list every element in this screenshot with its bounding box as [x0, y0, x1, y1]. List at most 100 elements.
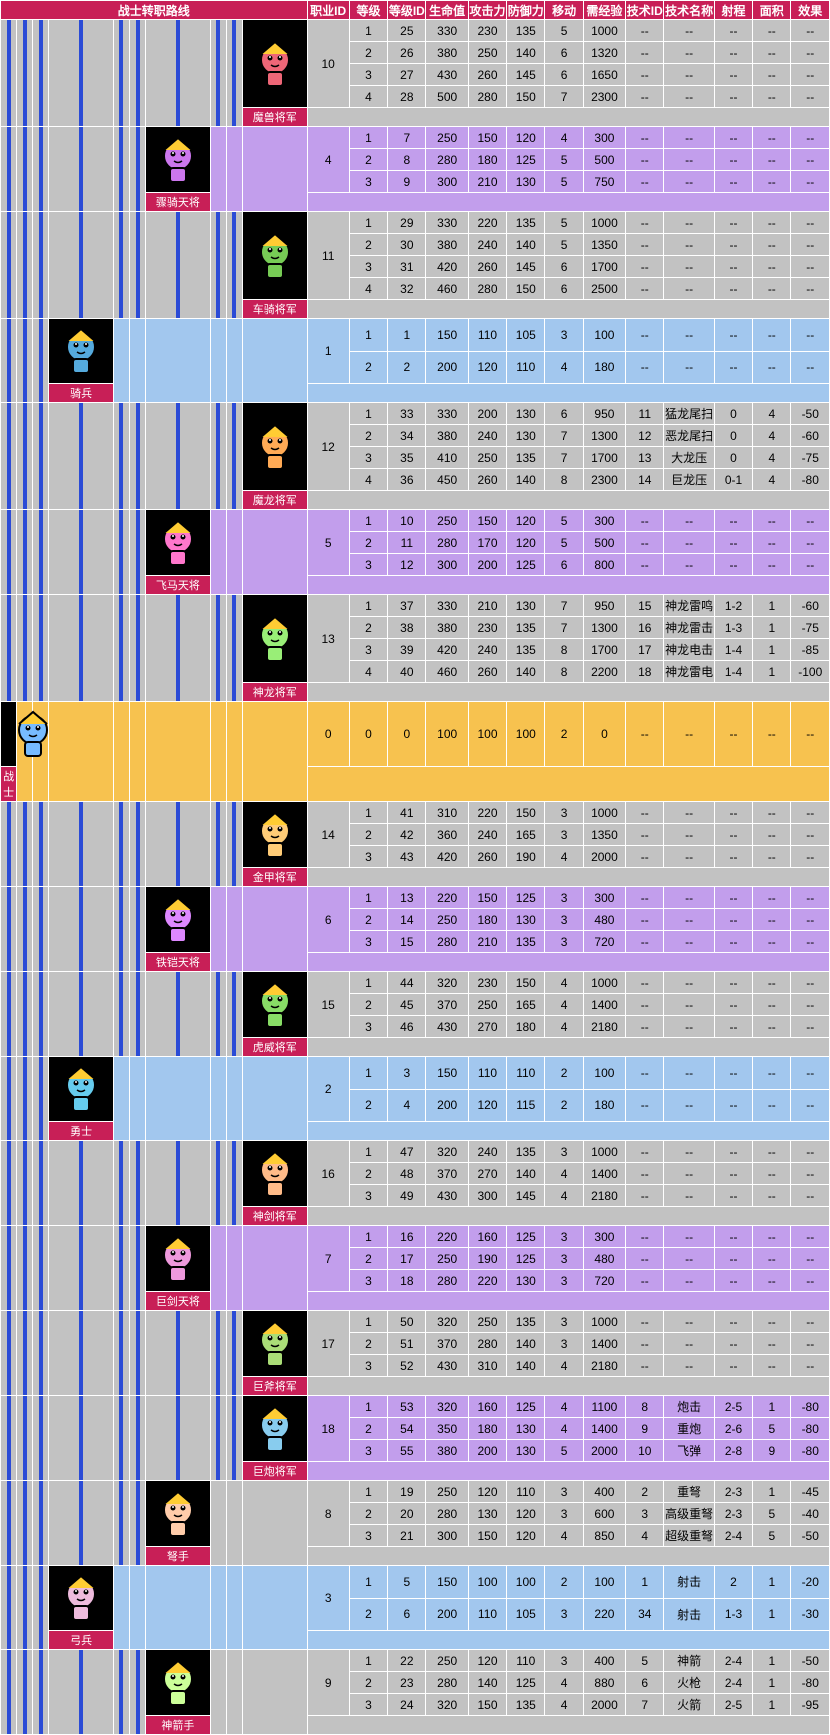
stat-cell: 145 [507, 64, 545, 86]
stat-cell: -- [664, 86, 714, 108]
stat-cell: 6 [545, 64, 583, 86]
stat-cell: 150 [468, 1525, 506, 1547]
tree-spacer [130, 1650, 146, 1735]
unit-icon [242, 972, 307, 1038]
unit-icon [242, 1396, 307, 1462]
table-row: 1012533023013551000---------- [1, 20, 830, 42]
stat-cell: 1-4 [714, 661, 752, 683]
stat-cell: 380 [426, 234, 468, 256]
tree-spacer [33, 212, 49, 319]
stat-cell: 150 [507, 802, 545, 824]
stat-cell: 480 [583, 1248, 625, 1270]
stat-cell: 260 [468, 469, 506, 491]
tree-spacer [33, 1141, 49, 1226]
stat-cell: 1 [349, 510, 387, 532]
stat-cell: 2 [349, 532, 387, 554]
tree-spacer [113, 887, 129, 972]
stat-cell: 6 [545, 554, 583, 576]
tree-spacer [210, 1311, 226, 1396]
stat-cell: 5 [545, 20, 583, 42]
jobid-cell: 10 [307, 20, 349, 108]
stat-cell: -30 [791, 1598, 830, 1631]
stat-cell: 1700 [583, 447, 625, 469]
stat-cell: 140 [468, 1672, 506, 1694]
stat-cell: 11 [626, 403, 664, 425]
stat-cell: 130 [507, 171, 545, 193]
stat-cell: 2 [349, 425, 387, 447]
stat-cell: 270 [468, 1163, 506, 1185]
stat-cell: 31 [388, 256, 426, 278]
table-row: 61132201501253300---------- [1, 887, 830, 909]
stat-cell: 1 [349, 212, 387, 234]
unit-name: 骤骑天将 [146, 193, 211, 212]
stat-cell: 4 [545, 1016, 583, 1038]
stat-cell: 320 [426, 1396, 468, 1418]
stat-cell: 4 [545, 1694, 583, 1716]
unit-icon [146, 1226, 211, 1292]
stat-cell: -- [753, 702, 791, 767]
tree-spacer [33, 1481, 49, 1566]
stat-cell: 135 [507, 212, 545, 234]
stat-cell: 110 [507, 1481, 545, 1503]
stat-cell: 120 [507, 1525, 545, 1547]
stat-cell: -- [753, 1185, 791, 1207]
stat-cell: -- [626, 824, 664, 846]
stat-cell: -- [714, 1185, 752, 1207]
stat-cell: 2-4 [714, 1650, 752, 1672]
stat-cell: -- [664, 171, 714, 193]
stat-cell: 165 [507, 824, 545, 846]
tree-pad [242, 319, 307, 403]
stat-cell: -- [714, 127, 752, 149]
stat-cell: 1-3 [714, 1598, 752, 1631]
stat-cell: 4 [349, 469, 387, 491]
stat-cell: -- [791, 1270, 830, 1292]
tree-pad [210, 1566, 226, 1650]
stat-cell: -- [753, 1163, 791, 1185]
stat-cell: -- [626, 972, 664, 994]
stat-cell: 330 [426, 20, 468, 42]
tree-pad [130, 702, 146, 802]
stat-cell: 25 [388, 20, 426, 42]
stat-cell: -- [714, 278, 752, 300]
stat-cell: -75 [791, 447, 830, 469]
jobid-cell: 9 [307, 1650, 349, 1716]
stat-cell: 720 [583, 931, 625, 953]
stat-cell: 14 [626, 469, 664, 491]
tree-spacer [130, 20, 146, 127]
stat-cell: -- [626, 212, 664, 234]
stat-cell: 135 [507, 931, 545, 953]
stat-cell: -- [714, 1248, 752, 1270]
stat-cell: 240 [468, 425, 506, 447]
stat-cell: 115 [507, 1089, 545, 1122]
stat-cell: 100 [468, 702, 506, 767]
tree-spacer [146, 595, 211, 702]
stat-cell: 5 [545, 234, 583, 256]
tree-pad [130, 1566, 146, 1650]
tree-pad [242, 510, 307, 595]
stat-cell: 130 [507, 1418, 545, 1440]
tree-pad [226, 510, 242, 595]
jobid-cell: 5 [307, 510, 349, 576]
stat-cell: 880 [583, 1672, 625, 1694]
stat-cell: 600 [583, 1503, 625, 1525]
stat-cell: 400 [583, 1481, 625, 1503]
stat-cell: -- [791, 1355, 830, 1377]
stat-cell: 230 [468, 617, 506, 639]
tree-pad [242, 1057, 307, 1141]
stat-cell: -- [791, 1311, 830, 1333]
stat-cell: 1650 [583, 64, 625, 86]
stat-cell: 40 [388, 661, 426, 683]
stat-cell: 1400 [583, 1163, 625, 1185]
tree-spacer [1, 1566, 17, 1650]
jobid-cell: 11 [307, 212, 349, 300]
stat-cell: -- [753, 1311, 791, 1333]
stat-cell: 4 [545, 846, 583, 868]
tree-spacer [130, 887, 146, 972]
table-row: 4172501501204300---------- [1, 127, 830, 149]
stat-cell: 1700 [583, 256, 625, 278]
stat-cell: 120 [507, 510, 545, 532]
stat-cell: 2 [349, 1248, 387, 1270]
tree-spacer [33, 972, 49, 1057]
stat-cell: 33 [388, 403, 426, 425]
stat-cell: 神龙雷击 [664, 617, 714, 639]
